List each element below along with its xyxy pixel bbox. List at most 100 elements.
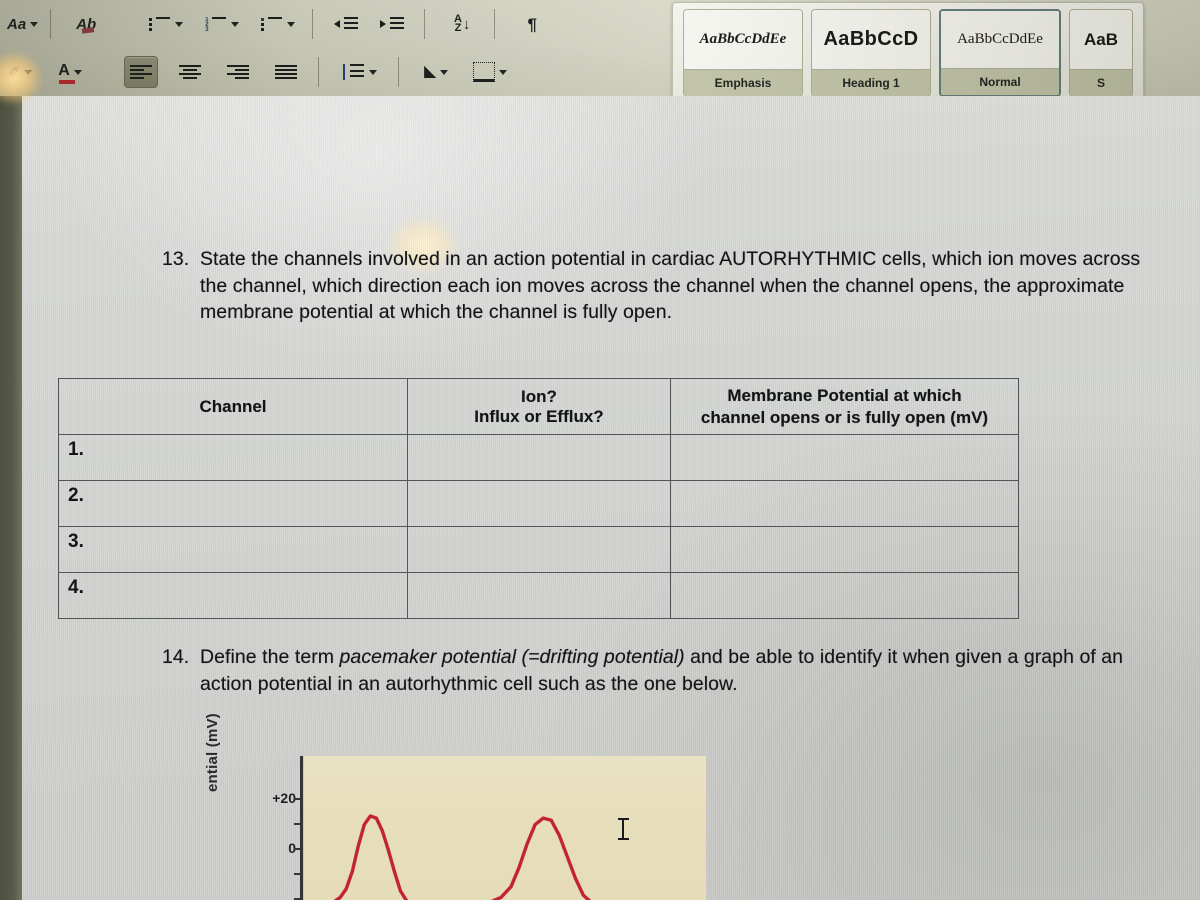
paint-bucket-icon: ◢ xyxy=(423,63,437,80)
style-card-partial[interactable]: AaB S xyxy=(1069,9,1133,96)
style-sample: AaB xyxy=(1070,10,1132,69)
cell-potential[interactable] xyxy=(670,572,1019,619)
cell-potential[interactable] xyxy=(670,480,1019,527)
clear-formatting-icon: ✐ xyxy=(7,63,21,81)
cell-ion[interactable] xyxy=(407,526,671,573)
chevron-down-icon[interactable] xyxy=(30,21,39,27)
chart-ytick-label: +20 xyxy=(272,790,296,806)
shading-button[interactable]: ◢ xyxy=(420,57,452,87)
row-index: 3. xyxy=(58,526,408,573)
monitor-bezel-left xyxy=(0,86,24,900)
divider xyxy=(494,9,496,39)
sort-button[interactable]: AZ ↓ xyxy=(446,9,478,39)
font-color-icon: A xyxy=(58,62,75,84)
show-formatting-marks-button[interactable]: ¶ xyxy=(516,9,548,39)
header-line-1: Membrane Potential at which xyxy=(727,386,962,406)
justify-button[interactable] xyxy=(270,57,302,87)
chevron-down-icon[interactable] xyxy=(369,69,377,75)
channels-table-head: Channel Ion? Influx or Efflux? Membrane … xyxy=(58,378,1019,435)
decrease-indent-icon xyxy=(334,17,359,31)
chart-ytick-mark xyxy=(294,823,302,825)
cell-ion[interactable] xyxy=(407,434,671,481)
chevron-down-icon[interactable] xyxy=(24,69,33,75)
document-content: 13. State the channels involved in an ac… xyxy=(22,96,1200,900)
multilevel-list-button[interactable] xyxy=(258,9,298,39)
row-index: 2. xyxy=(58,480,408,527)
align-center-button[interactable] xyxy=(174,57,206,87)
divider xyxy=(318,57,319,87)
sort-arrow-icon: ↓ xyxy=(462,15,471,33)
style-sample: AaBbCcDdEe xyxy=(684,10,802,69)
table-row[interactable]: 2. xyxy=(58,480,1019,527)
align-right-button[interactable] xyxy=(222,57,254,87)
table-row[interactable]: 4. xyxy=(58,572,1019,619)
document-page[interactable]: 13. State the channels involved in an ac… xyxy=(22,96,1200,900)
style-card-heading-1[interactable]: AaBbCcD Heading 1 xyxy=(811,9,931,96)
style-sample: AaBbCcD xyxy=(812,10,930,69)
photo-of-screen: Aa Ab 123 A Z ↓ ¶ ✐ A ◢ AaBbCcDdEe Empha… xyxy=(0,0,1200,900)
style-card-emphasis[interactable]: AaBbCcDdEe Emphasis xyxy=(683,9,803,96)
chevron-down-icon[interactable] xyxy=(287,21,296,27)
table-row[interactable]: 1. xyxy=(58,434,1019,481)
align-left-button[interactable] xyxy=(124,56,158,88)
numbering-button[interactable]: 123 xyxy=(202,9,242,39)
clear-formatting-button[interactable]: ✐ xyxy=(4,57,36,87)
chevron-down-icon[interactable] xyxy=(73,69,82,75)
style-name: Emphasis xyxy=(684,69,802,96)
chevron-down-icon[interactable] xyxy=(231,21,240,27)
column-header-channel: Channel xyxy=(58,378,408,435)
cell-potential[interactable] xyxy=(670,434,1019,481)
change-case-icon: Aa xyxy=(7,15,27,33)
chevron-down-icon[interactable] xyxy=(440,69,449,75)
bullets-icon xyxy=(149,16,171,32)
decrease-indent-button[interactable] xyxy=(330,9,362,39)
change-case-button[interactable]: Aa xyxy=(4,9,41,39)
text-cursor-ibeam xyxy=(618,818,629,840)
justify-icon xyxy=(275,64,297,80)
sort-az-icon: AZ xyxy=(453,13,462,34)
style-card-normal[interactable]: AaBbCcDdEe Normal xyxy=(939,9,1061,96)
question-14-part1: Define the term xyxy=(200,646,340,668)
chart-ytick-mark xyxy=(294,848,302,850)
font-color-button[interactable]: A xyxy=(54,57,86,87)
chart-series-line xyxy=(333,814,592,900)
bullets-button[interactable] xyxy=(146,9,186,39)
font-group-row2: ✐ A xyxy=(2,48,88,96)
style-name: Normal xyxy=(941,68,1059,95)
styles-gallery: AaBbCcDdEe Emphasis AaBbCcD Heading 1 Aa… xyxy=(672,2,1144,96)
question-14-text: Define the term pacemaker potential (=dr… xyxy=(200,644,1142,697)
align-right-icon xyxy=(227,64,249,80)
header-line-1: Ion? xyxy=(521,386,557,406)
chevron-down-icon[interactable] xyxy=(175,21,184,27)
increase-indent-button[interactable] xyxy=(376,9,408,39)
action-potential-chart: ential (mV) +20 0 xyxy=(204,713,706,900)
paragraph-group-alignment: ◢ xyxy=(122,48,512,96)
column-header-membrane-potential: Membrane Potential at which channel open… xyxy=(670,378,1019,435)
text-highlight-color-button[interactable]: Ab xyxy=(70,9,102,39)
increase-indent-icon xyxy=(380,17,405,31)
divider xyxy=(398,57,399,87)
cell-ion[interactable] xyxy=(407,572,671,619)
question-14: 14. Define the term pacemaker potential … xyxy=(162,644,1142,697)
channels-table[interactable]: Channel Ion? Influx or Efflux? Membrane … xyxy=(58,378,1019,619)
align-left-icon xyxy=(130,64,152,80)
chevron-down-icon[interactable] xyxy=(499,69,507,75)
chart-ytick-mark xyxy=(294,873,302,875)
cell-ion[interactable] xyxy=(407,480,671,527)
table-header-row: Channel Ion? Influx or Efflux? Membrane … xyxy=(58,378,1019,435)
style-name: S xyxy=(1070,69,1132,96)
question-13-number: 13. xyxy=(162,248,190,270)
table-row[interactable]: 3. xyxy=(58,526,1019,573)
line-spacing-button[interactable] xyxy=(338,57,380,87)
font-group-row1: Aa Ab xyxy=(2,0,104,48)
header-line-1: Channel xyxy=(199,396,267,416)
text-highlight-color-icon: Ab xyxy=(76,15,97,33)
ibeam-bottom-bar xyxy=(618,838,629,840)
divider xyxy=(50,9,52,39)
word-ribbon: Aa Ab 123 A Z ↓ ¶ ✐ A ◢ AaBbCcDdEe Empha… xyxy=(0,0,1200,96)
question-14-number: 14. xyxy=(162,646,190,668)
cell-potential[interactable] xyxy=(670,526,1019,573)
borders-icon xyxy=(473,62,495,82)
ibeam-stem xyxy=(622,820,624,838)
borders-button[interactable] xyxy=(470,57,510,87)
